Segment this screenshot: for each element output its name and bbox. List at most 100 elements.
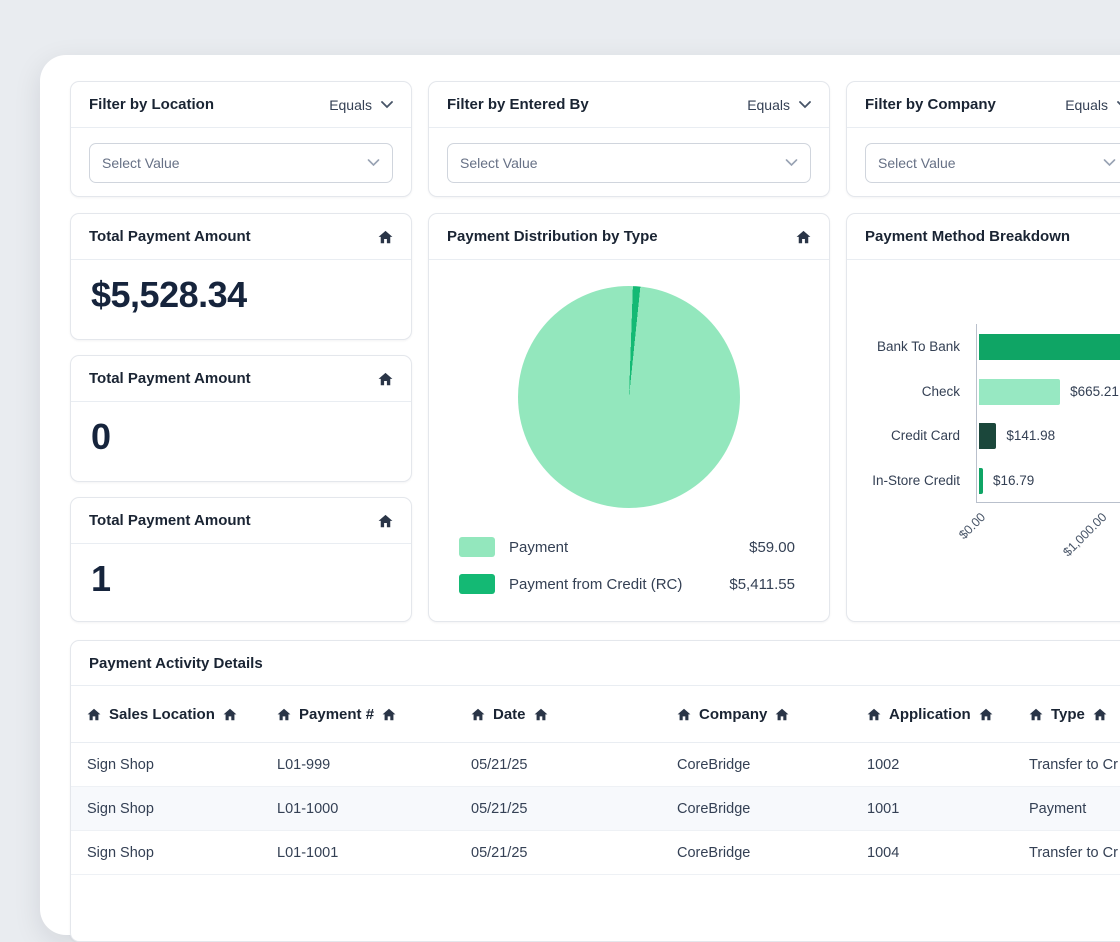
table-cell: 1001 [851,801,1013,817]
bar-category-label: Check [847,384,960,399]
home-icon [867,708,881,721]
filter-operator-dropdown[interactable]: Equals [329,97,393,113]
table-cell: CoreBridge [661,757,851,773]
column-header-date[interactable]: Date [455,706,661,723]
kpi-card-total-payment-amount-2: Total Payment Amount 0 [70,355,412,482]
column-header-type[interactable]: Type [1013,706,1120,723]
filter-operator-dropdown[interactable]: Equals [1065,97,1120,113]
kpi-title: Total Payment Amount [89,512,251,529]
home-icon[interactable] [378,230,393,244]
legend-item: Payment from Credit (RC) $5,411.55 [459,571,795,597]
table-cell: CoreBridge [661,845,851,861]
home-icon[interactable] [796,230,811,244]
home-icon[interactable] [378,514,393,528]
column-header-label: Date [493,706,526,723]
table-cell: Sign Shop [71,801,261,817]
legend-item: Payment $59.00 [459,534,795,560]
bar-category-label: In-Store Credit [847,473,960,488]
kpi-value: 1 [71,544,411,614]
bar-credit-card [979,423,996,449]
table-cell: Sign Shop [71,757,261,773]
chevron-down-icon [785,159,798,167]
column-header-application[interactable]: Application [851,706,1013,723]
filter-title: Filter by Location [89,96,214,113]
filter-card-header: Filter by Entered By Equals [429,82,829,128]
filter-value-select[interactable]: Select Value [447,143,811,183]
select-placeholder: Select Value [878,155,956,171]
column-header-payment-[interactable]: Payment # [261,706,455,723]
legend-value: $5,411.55 [729,576,795,593]
home-icon [277,708,291,721]
home-icon [979,708,993,721]
filter-card-location: Filter by Location Equals Select Value [70,81,412,197]
chevron-down-icon [367,159,380,167]
bar-value-label: $16.79 [993,473,1034,488]
bar-check [979,379,1060,405]
home-icon [382,708,396,721]
chevron-down-icon [381,101,393,109]
bar-category-label: Credit Card [847,428,960,443]
x-axis-tick-label: $1,000.00 [1061,510,1110,559]
bar-chart-plot: Bank To BankCheck$665.21Credit Card$141.… [847,260,1120,620]
home-icon [1029,708,1043,721]
bar-category-label: Bank To Bank [847,339,960,354]
chevron-down-icon [1103,159,1116,167]
pie-legend: Payment $59.00 Payment from Credit (RC) … [459,534,795,608]
select-placeholder: Select Value [102,155,180,171]
table-cell: L01-1001 [261,845,455,861]
filter-operator-label: Equals [747,97,790,113]
home-icon [677,708,691,721]
table-row: Sign ShopL01-99905/21/25CoreBridge1002Tr… [71,743,1120,787]
table-cell: 05/21/25 [455,845,661,861]
column-header-company[interactable]: Company [661,706,851,723]
table-cell: 1002 [851,757,1013,773]
table-card-header: Payment Activity Details [71,641,1120,686]
kpi-value: $5,528.34 [71,260,411,330]
y-axis-line [976,324,977,502]
payment-activity-table-card: Payment Activity Details Sales LocationP… [70,640,1120,942]
chevron-down-icon [799,101,811,109]
home-icon[interactable] [378,372,393,386]
filter-operator-label: Equals [329,97,372,113]
filter-operator-dropdown[interactable]: Equals [747,97,811,113]
table-cell: 05/21/25 [455,801,661,817]
filter-value-select[interactable]: Select Value [89,143,393,183]
bar-bank-to-bank [979,334,1120,360]
legend-value: $59.00 [749,539,795,556]
bar-in-store-credit [979,468,983,494]
filter-card-entered-by: Filter by Entered By Equals Select Value [428,81,830,197]
legend-swatch [459,574,495,594]
pie-chart [518,286,740,508]
pie-chart-title: Payment Distribution by Type [447,228,658,245]
legend-label: Payment [509,539,568,556]
x-axis-line [976,502,1120,503]
table-row: Sign ShopL01-100105/21/25CoreBridge1004T… [71,831,1120,875]
filter-value-select[interactable]: Select Value [865,143,1120,183]
kpi-card-total-payment-amount-3: Total Payment Amount 1 [70,497,412,622]
table-cell: Sign Shop [71,845,261,861]
table-cell: Transfer to Cr [1013,845,1120,861]
table-cell: Transfer to Cr [1013,757,1120,773]
table-cell: Payment [1013,801,1120,817]
legend-swatch [459,537,495,557]
home-icon [471,708,485,721]
kpi-value: 0 [71,402,411,472]
table-header-row: Sales LocationPayment # Date Company Applic… [71,686,1120,743]
pie-chart-body: Payment $59.00 Payment from Credit (RC) … [429,260,829,620]
bar-value-label: $141.98 [1006,428,1055,443]
kpi-card-header: Total Payment Amount [71,356,411,402]
table-cell: 05/21/25 [455,757,661,773]
home-icon [87,708,101,721]
bar-chart-card: Payment Method Breakdown Bank To Bank Che… [846,213,1120,622]
filter-title: Filter by Entered By [447,96,589,113]
column-header-sales-location[interactable]: Sales Location [71,706,261,723]
filter-title: Filter by Company [865,96,996,113]
home-icon [534,708,548,721]
column-header-label: Company [699,706,767,723]
home-icon [775,708,789,721]
legend-label: Payment from Credit (RC) [509,576,682,593]
bar-chart-title: Payment Method Breakdown [865,228,1070,245]
column-header-label: Type [1051,706,1085,723]
x-axis-tick-label: $0.00 [956,510,988,542]
filter-card-header: Filter by Location Equals [71,82,411,128]
